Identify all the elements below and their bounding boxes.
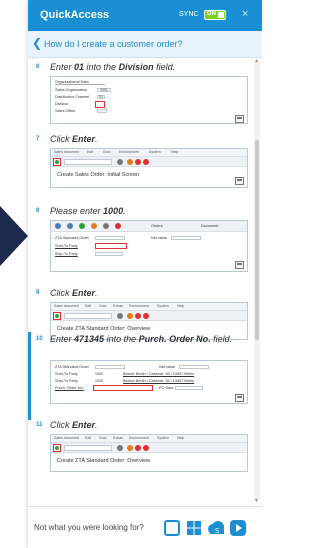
sync-toggle[interactable]: ON — [204, 10, 226, 20]
step-number: 11 — [36, 422, 43, 428]
windows-icon[interactable] — [186, 520, 202, 536]
step-number: 6 — [36, 64, 40, 70]
save-icon — [235, 261, 244, 269]
step-screenshot: Sales document Edit Goto Environment Sys… — [50, 148, 248, 188]
question-bar: ❮ How do I create a customer order? — [28, 31, 262, 58]
question-title: How do I create a customer order? — [44, 39, 183, 49]
scroll-up-icon[interactable]: ▲ — [254, 58, 259, 64]
step-number: 10 — [36, 336, 43, 342]
step-screenshot: Orders Document ZTA Standard Order Net v… — [50, 220, 248, 272]
active-step-indicator — [28, 332, 31, 420]
side-arrow-icon — [0, 206, 28, 266]
quickaccess-screen: QuickAccess SYNC ON × ❮ How do I create … — [0, 0, 262, 548]
sold-to-field-highlight — [95, 243, 127, 249]
sap-cloud-icon[interactable]: S — [206, 520, 226, 536]
step-instruction: Enter 01 into the Division field. — [50, 62, 176, 72]
enter-button-highlight — [53, 312, 61, 320]
step-number: 8 — [36, 208, 40, 214]
close-icon[interactable]: × — [242, 8, 248, 20]
step-instruction: Click Enter. — [50, 134, 98, 144]
save-icon — [235, 394, 244, 402]
step-screenshot: ZTA Standard Order Net value Sold-To Par… — [50, 360, 248, 404]
app-title: QuickAccess — [40, 9, 110, 21]
step-instruction: Enter 471345 into the Purch. Order No. f… — [50, 334, 233, 344]
division-field-highlight — [95, 101, 105, 108]
video-icon[interactable] — [230, 520, 246, 536]
sync-label: SYNC — [179, 11, 199, 18]
panel-header: QuickAccess SYNC ON × — [28, 0, 262, 31]
save-icon — [235, 177, 244, 185]
back-chevron-icon[interactable]: ❮ — [32, 36, 42, 50]
step-screenshot: Sales document Edit Goto Extras Environm… — [50, 434, 248, 472]
step-instruction: Click Enter. — [50, 420, 98, 430]
step-number: 9 — [36, 290, 40, 296]
step-screenshot: Organizational Data Sales Organization D… — [50, 76, 248, 124]
svg-text:S: S — [215, 527, 220, 535]
panel-footer: Not what you were looking for? S — [28, 506, 262, 548]
step-instruction: Please enter 1000. — [50, 206, 126, 216]
step-instruction: Click Enter. — [50, 288, 98, 298]
purch-order-field-highlight — [93, 385, 153, 391]
quickaccess-panel: QuickAccess SYNC ON × ❮ How do I create … — [28, 0, 262, 548]
step-number: 7 — [36, 136, 40, 142]
enter-button-highlight — [53, 444, 61, 452]
footer-text: Not what you were looking for? — [34, 523, 144, 532]
scrollbar-thumb[interactable] — [255, 140, 259, 340]
save-icon — [235, 115, 244, 123]
enter-button-highlight — [53, 158, 61, 166]
steps-list: 6 Enter 01 into the Division field. Orga… — [28, 58, 262, 506]
sync-state: ON — [207, 11, 216, 17]
scroll-down-icon[interactable]: ▼ — [254, 498, 259, 504]
sync-knob — [218, 12, 224, 18]
chat-icon[interactable] — [164, 520, 180, 536]
